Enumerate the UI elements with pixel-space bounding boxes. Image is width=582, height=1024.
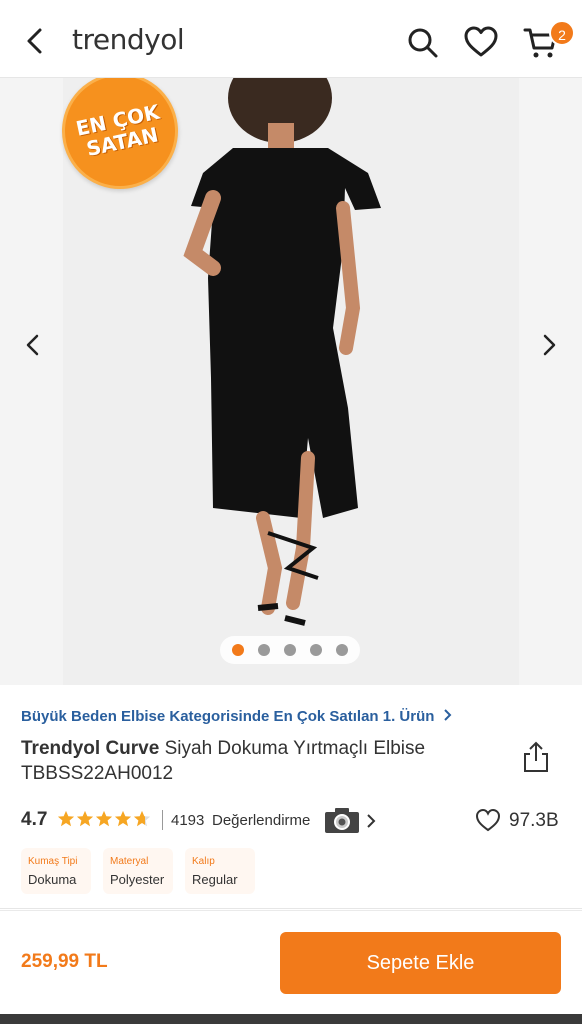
add-to-cart-button[interactable]: Sepete Ekle xyxy=(280,932,561,994)
attribute-label: Kumaş Tipi xyxy=(28,856,78,867)
chevron-right-icon[interactable] xyxy=(364,813,378,829)
attribute-chip: Kumaş Tipi Dokuma xyxy=(21,848,91,894)
category-best-seller-link[interactable]: Büyük Beden Elbise Kategorisinde En Çok … xyxy=(21,708,453,725)
top-app-bar: trendyol 2 xyxy=(0,0,582,78)
product-image-gallery[interactable]: EN ÇOK SATAN xyxy=(0,78,582,685)
trendyol-logo[interactable]: trendyol xyxy=(72,23,185,56)
star-icon xyxy=(95,810,113,827)
star-icon xyxy=(57,810,75,827)
attribute-chip: Materyal Polyester xyxy=(103,848,173,894)
product-price: 259,99 TL xyxy=(21,951,108,972)
pagination-dot[interactable] xyxy=(310,644,322,656)
favorite-count: 97.3B xyxy=(509,810,559,831)
chevron-right-icon xyxy=(443,709,452,721)
attribute-value: Polyester xyxy=(110,872,165,887)
divider xyxy=(0,908,582,909)
rating-stars xyxy=(57,810,151,828)
pagination-dot[interactable] xyxy=(232,644,244,656)
product-title: Trendyol Curve Siyah Dokuma Yırtmaçlı El… xyxy=(21,736,491,786)
cart-count-badge: 2 xyxy=(549,20,575,46)
attribute-label: Materyal xyxy=(110,856,149,867)
next-image-icon[interactable] xyxy=(534,330,564,360)
heart-icon[interactable] xyxy=(463,24,499,60)
product-attributes: Kumaş Tipi Dokuma Materyal Polyester Kal… xyxy=(21,848,255,894)
bottom-purchase-bar: 259,99 TL Sepete Ekle xyxy=(0,910,582,1014)
pagination-dot[interactable] xyxy=(284,644,296,656)
star-half-icon xyxy=(133,810,151,827)
rating-separator xyxy=(162,810,163,830)
system-navigation-bar xyxy=(0,1014,582,1024)
reviews-link[interactable]: Değerlendirme xyxy=(212,812,310,829)
share-icon[interactable] xyxy=(520,740,552,774)
back-arrow-icon[interactable] xyxy=(20,26,50,56)
attribute-chip: Kalıp Regular xyxy=(185,848,255,894)
image-pagination-dots xyxy=(220,636,360,664)
review-count[interactable]: 4193 xyxy=(171,812,204,829)
attribute-value: Regular xyxy=(192,872,238,887)
rating-row: 4.7 4193 Değerlendirme 97.3B xyxy=(21,806,566,836)
attribute-value: Dokuma xyxy=(28,872,77,887)
pagination-dot[interactable] xyxy=(336,644,348,656)
rating-value: 4.7 xyxy=(21,809,48,830)
star-icon xyxy=(76,810,94,827)
camera-icon[interactable] xyxy=(324,806,360,834)
product-brand[interactable]: Trendyol Curve xyxy=(21,738,159,759)
attribute-label: Kalıp xyxy=(192,856,215,867)
star-icon xyxy=(114,810,132,827)
category-link-text: Büyük Beden Elbise Kategorisinde En Çok … xyxy=(21,708,435,725)
search-icon[interactable] xyxy=(404,24,440,60)
favorite-heart-icon[interactable] xyxy=(475,808,501,832)
pagination-dot[interactable] xyxy=(258,644,270,656)
previous-image-icon[interactable] xyxy=(18,330,48,360)
